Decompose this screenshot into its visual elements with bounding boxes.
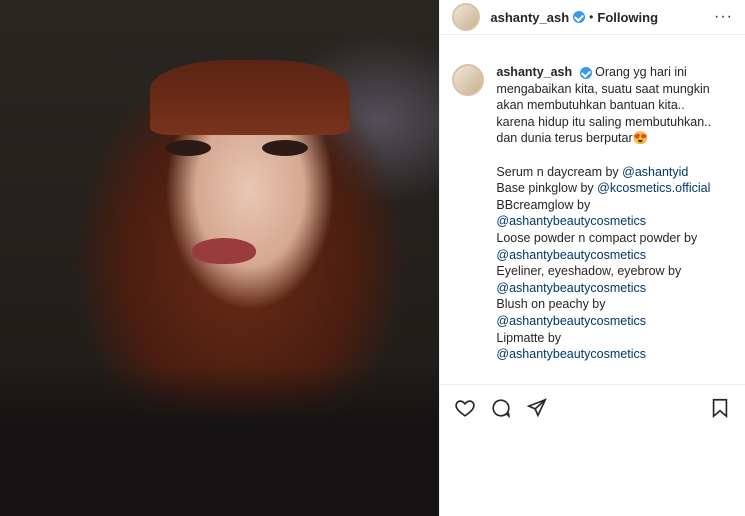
- caption-line: Loose powder n compact powder by: [496, 230, 698, 245]
- photo-eye-left: [165, 140, 211, 156]
- mention-link[interactable]: @ashantybeautycosmetics: [496, 281, 646, 295]
- caption-line: @ashantybeautycosmetics: [496, 247, 724, 264]
- mention-link[interactable]: @kcosmetics.official: [597, 181, 710, 195]
- photo-clothing: [0, 366, 440, 516]
- photo-eye-right: [262, 140, 308, 156]
- comments-section[interactable]: ashanty_ash Orang yg hari ini mengabaika…: [440, 40, 745, 383]
- username-link[interactable]: ashanty_ash: [490, 10, 569, 25]
- caption-verified-badge-icon: [579, 66, 592, 79]
- mention-link[interactable]: @ashantybeautycosmetics: [496, 314, 646, 328]
- caption-line: BBcreamglow by: [496, 197, 591, 212]
- mention-link[interactable]: @ashantybeautycosmetics: [496, 347, 646, 361]
- post-photo[interactable]: [0, 0, 440, 516]
- share-icon[interactable]: [526, 397, 548, 419]
- more-options-icon[interactable]: ···: [714, 8, 733, 26]
- caption-line: Lipmatte by: [496, 330, 562, 345]
- caption-line: Blush on peachy by: [496, 297, 606, 312]
- mention-link[interactable]: @ashantyid: [622, 165, 688, 179]
- actions-divider: [440, 384, 745, 385]
- heart-icon[interactable]: [454, 397, 476, 419]
- mention-link[interactable]: @ashantybeautycosmetics: [496, 248, 646, 262]
- caption-line: Base pinkglow by @kcosmetics.official: [496, 181, 711, 196]
- verified-badge-icon: [573, 11, 586, 23]
- comment-icon[interactable]: [490, 397, 512, 419]
- caption-text: ashanty_ash Orang yg hari ini mengabaika…: [496, 64, 724, 363]
- caption-line: @ashantybeautycosmetics: [496, 313, 724, 330]
- bookmark-icon[interactable]: [709, 397, 731, 419]
- post-header: ashanty_ash • Following ···: [440, 0, 745, 35]
- instagram-post: ashanty_ash • Following ··· ashanty_ash …: [0, 0, 745, 516]
- photo-lips: [192, 238, 256, 264]
- caption-line: Eyeliner, eyeshadow, eyebrow by: [496, 264, 682, 279]
- action-bar: [440, 395, 745, 421]
- mention-link[interactable]: @ashantybeautycosmetics: [496, 214, 646, 228]
- caption-line: @ashantybeautycosmetics: [496, 346, 724, 363]
- caption-line: @ashantybeautycosmetics: [496, 213, 724, 230]
- separator-dot: •: [589, 10, 594, 24]
- caption-avatar[interactable]: [452, 64, 485, 96]
- caption: ashanty_ash Orang yg hari ini mengabaika…: [452, 64, 733, 363]
- caption-username-link[interactable]: ashanty_ash: [496, 65, 572, 79]
- caption-line: @ashantybeautycosmetics: [496, 280, 724, 297]
- caption-line: Serum n daycream by @ashantyid: [496, 164, 689, 179]
- following-button[interactable]: Following: [597, 10, 658, 25]
- photo-hair: [150, 60, 350, 135]
- avatar[interactable]: [452, 3, 481, 31]
- post-sidebar: ashanty_ash • Following ··· ashanty_ash …: [439, 0, 745, 516]
